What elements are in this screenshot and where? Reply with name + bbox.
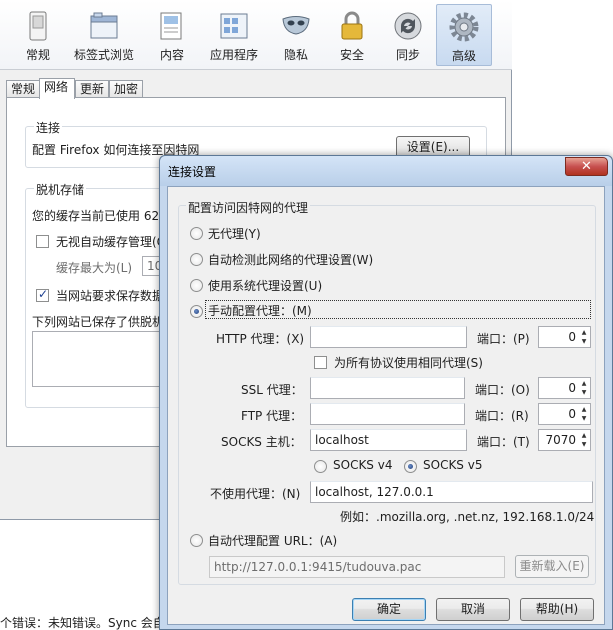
- same-proxy-checkbox[interactable]: [314, 356, 327, 369]
- dialog-title: 连接设置: [168, 165, 217, 179]
- socks-v4-radio[interactable]: [314, 460, 327, 473]
- dialog-body: 配置访问因特网的代理 无代理(Y) 自动检测此网络的代理设置(W) 使用系统代理…: [167, 186, 605, 625]
- pane-advanced[interactable]: 高级: [436, 4, 492, 66]
- manual-proxy-radio[interactable]: [190, 305, 203, 318]
- socks-v4-label: SOCKS v4: [333, 458, 393, 472]
- auto-proxy-url-radio[interactable]: [190, 534, 203, 547]
- ssl-port-label: 端口：(O): [475, 383, 530, 397]
- no-proxy-radio[interactable]: [190, 227, 203, 240]
- ssl-port-stepper[interactable]: 0 ▲ ▼: [538, 377, 591, 399]
- ok-button[interactable]: 确定: [352, 598, 426, 621]
- switch-icon: [29, 11, 47, 41]
- tab-general[interactable]: 常规: [6, 80, 40, 98]
- auto-detect-radio[interactable]: [190, 253, 203, 266]
- socks-v5-label: SOCKS v5: [423, 458, 483, 472]
- ftp-proxy-label: FTP 代理：: [241, 409, 303, 423]
- pac-url-input[interactable]: http://127.0.0.1:9415/tudouva.pac: [209, 556, 505, 578]
- http-port-stepper[interactable]: 0 ▲ ▼: [538, 326, 591, 348]
- spin-up-icon[interactable]: ▲: [579, 328, 589, 337]
- http-port-label: 端口：(P): [477, 332, 530, 346]
- close-icon: ✕: [581, 159, 592, 174]
- socks-port-stepper[interactable]: 7070 ▲ ▼: [538, 429, 591, 451]
- cancel-button[interactable]: 取消: [436, 598, 510, 621]
- ftp-port-label: 端口：(R): [475, 409, 529, 423]
- reload-button[interactable]: 重新载入(E): [515, 555, 589, 578]
- pane-general[interactable]: 常规: [10, 4, 66, 66]
- auto-detect-label: 自动检测此网络的代理设置(W): [208, 253, 374, 267]
- http-proxy-input[interactable]: [310, 326, 467, 348]
- spin-down-icon[interactable]: ▼: [579, 388, 589, 397]
- http-proxy-label: HTTP 代理：(X): [216, 332, 305, 346]
- system-proxy-radio[interactable]: [190, 279, 203, 292]
- no-proxy-for-input[interactable]: localhost, 127.0.0.1: [310, 481, 593, 503]
- no-proxy-for-label: 不使用代理：(N): [210, 487, 301, 501]
- page-icon: [160, 12, 182, 40]
- padlock-icon: [341, 11, 363, 40]
- dialog-titlebar[interactable]: 连接设置 ✕: [160, 156, 612, 186]
- auto-proxy-url-label: 自动代理配置 URL：(A): [208, 534, 338, 548]
- no-proxy-example: 例如：.mozilla.org, .net.nz, 192.168.1.0/24: [340, 510, 595, 524]
- pane-applications[interactable]: 应用程序: [206, 4, 262, 66]
- no-auto-cache-checkbox[interactable]: [36, 235, 49, 248]
- spin-down-icon[interactable]: ▼: [579, 414, 589, 423]
- close-button[interactable]: ✕: [565, 157, 608, 176]
- tabs-icon: [90, 12, 118, 39]
- same-proxy-label: 为所有协议使用相同代理(S): [334, 356, 483, 370]
- mask-icon: [282, 16, 310, 35]
- socks-v5-radio[interactable]: [404, 460, 417, 473]
- spin-down-icon[interactable]: ▼: [579, 440, 589, 449]
- connection-settings-dialog: 连接设置 ✕ 配置访问因特网的代理 无代理(Y) 自动检测此网络的代理设置(W)…: [159, 155, 613, 630]
- spin-up-icon[interactable]: ▲: [579, 405, 589, 414]
- applications-icon: [220, 13, 248, 39]
- socks-host-input[interactable]: localhost: [310, 429, 467, 451]
- pane-content[interactable]: 内容: [144, 4, 200, 66]
- socks-host-label: SOCKS 主机：: [221, 435, 302, 449]
- socks-port-label: 端口：(T): [477, 435, 530, 449]
- tab-update[interactable]: 更新: [75, 80, 109, 98]
- sync-status-text: 个错误：未知错误。Sync 会自: [0, 616, 165, 630]
- ask-offline-checkbox[interactable]: [36, 287, 49, 302]
- sync-icon: [394, 12, 422, 40]
- no-proxy-label: 无代理(Y): [208, 227, 261, 241]
- cache-usage-text: 您的缓存当前已使用 62: [32, 209, 160, 223]
- pane-tabs[interactable]: 标签式浏览: [74, 4, 134, 66]
- tab-encryption[interactable]: 加密: [109, 80, 143, 98]
- spin-up-icon[interactable]: ▲: [579, 379, 589, 388]
- spin-up-icon[interactable]: ▲: [579, 431, 589, 440]
- gear-icon: [449, 12, 479, 42]
- ftp-port-stepper[interactable]: 0 ▲ ▼: [538, 403, 591, 425]
- ssl-proxy-input[interactable]: [310, 377, 465, 399]
- ssl-proxy-label: SSL 代理：: [241, 383, 303, 397]
- proxy-group-label: 配置访问因特网的代理: [186, 199, 311, 216]
- options-toolbar: 常规 标签式浏览 内容 应用程序 隐私 安全 同步 高级: [0, 0, 512, 70]
- ftp-proxy-input[interactable]: [310, 403, 465, 425]
- tab-network[interactable]: 网络: [39, 78, 75, 99]
- help-button[interactable]: 帮助(H): [520, 598, 594, 621]
- manual-proxy-label: 手动配置代理：(M): [208, 304, 312, 318]
- spin-down-icon[interactable]: ▼: [579, 337, 589, 346]
- system-proxy-label: 使用系统代理设置(U): [208, 279, 323, 293]
